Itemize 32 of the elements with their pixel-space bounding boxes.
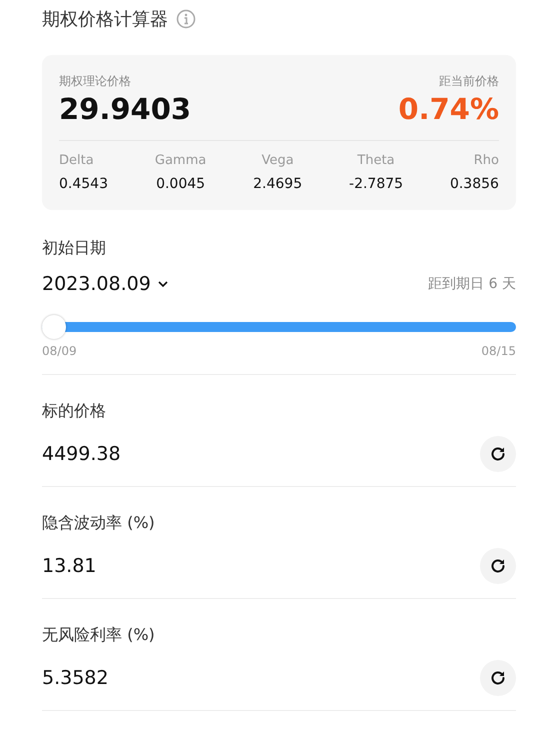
field-label: 标的价格 [42,401,106,420]
greek-value: 0.4543 [59,176,108,192]
range-start: 08/09 [42,344,77,358]
greek-value: 0.0045 [156,176,206,192]
greek-name: Gamma [154,153,206,168]
field-label: 无风险利率 (%) [42,625,155,644]
price-label: 期权理论价格 [59,73,131,90]
price-difference: 0.74% [398,92,499,126]
range-end: 08/15 [481,344,516,358]
field-value: 13.81 [42,555,96,577]
field-value: 5.3582 [42,667,108,689]
theoretical-price: 29.9403 [59,92,192,126]
date-dropdown[interactable]: 2023.08.09 [42,273,169,295]
greek-name: Theta [357,153,395,168]
greek-value: 2.4695 [253,176,302,192]
refresh-button[interactable] [480,660,516,696]
greek-name: Rho [474,153,499,168]
greek-name: Delta [59,153,94,168]
date-slider[interactable] [42,314,516,340]
slider-thumb[interactable] [42,315,66,339]
field-label: 初始日期 [42,238,106,257]
days-to-expiry: 距到期日 6 天 [428,275,516,293]
greek-value: -2.7875 [349,176,404,192]
field-value: 4499.38 [42,443,121,465]
greek-value: 0.3856 [450,176,499,192]
refresh-button[interactable] [480,436,516,472]
chevron-down-icon [156,280,169,288]
greek-name: Vega [262,153,294,168]
diff-label: 距当前价格 [439,73,499,90]
field-label: 隐含波动率 (%) [42,513,155,532]
page-title: 期权价格计算器 [42,8,168,31]
refresh-button[interactable] [480,548,516,584]
